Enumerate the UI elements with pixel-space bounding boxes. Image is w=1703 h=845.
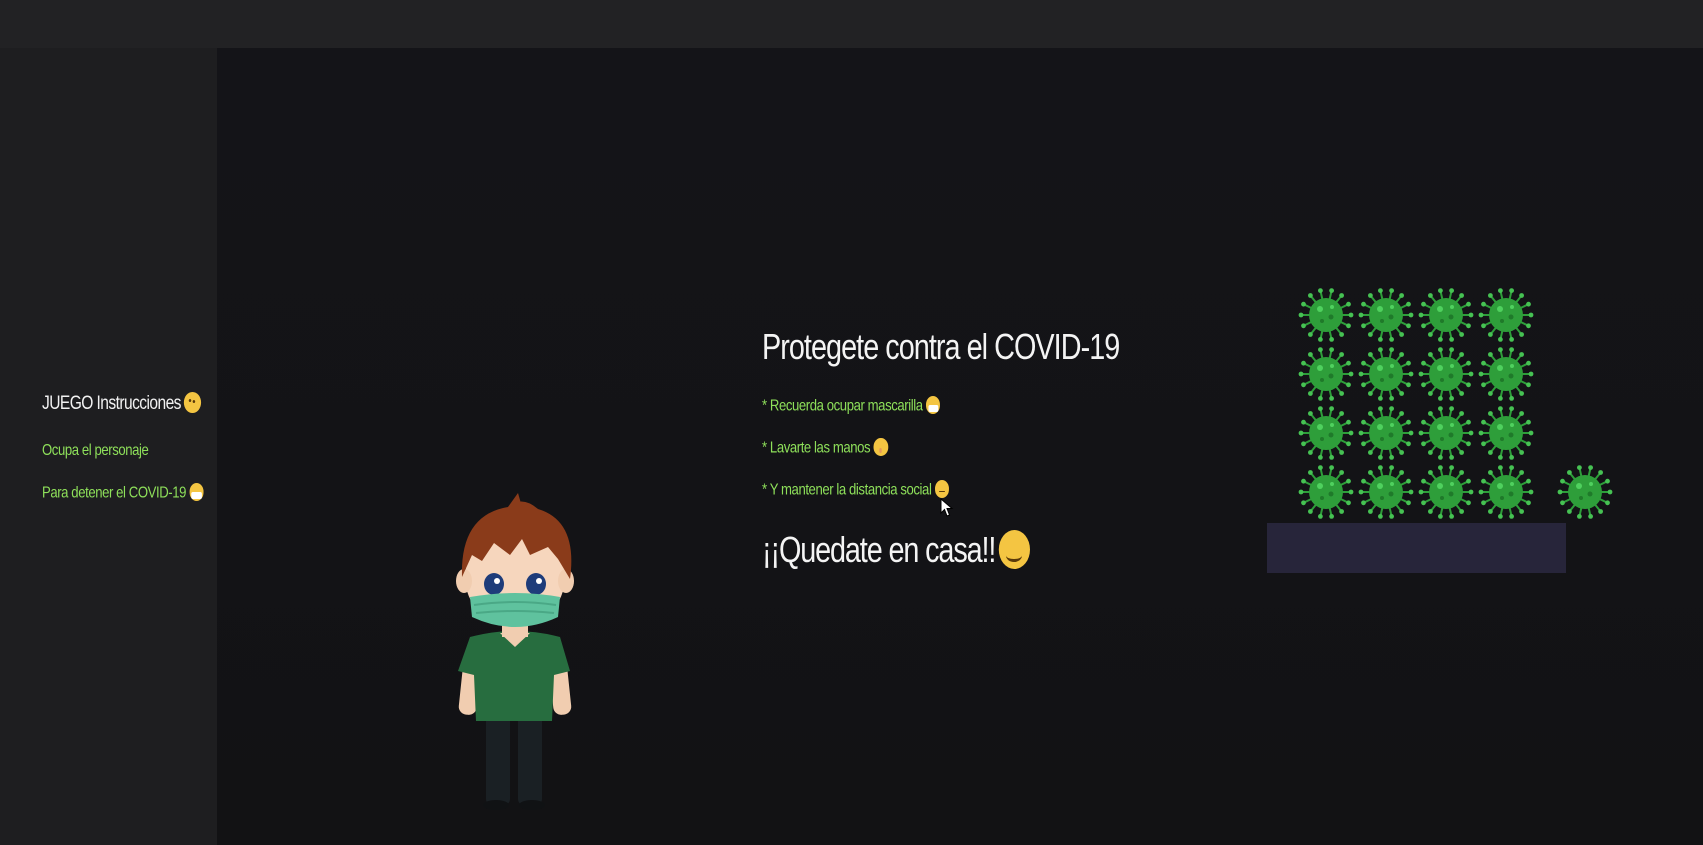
virus-icon: [1478, 464, 1534, 520]
instruction-line-2: Para detener el COVID-19: [42, 483, 204, 502]
mask-emoji-icon: [925, 396, 941, 414]
virus-icon: [1418, 405, 1474, 461]
virus-icon: [1418, 346, 1474, 402]
virus-icon: [1358, 287, 1414, 343]
virus-icon: [1298, 287, 1354, 343]
virus-icon: [1557, 464, 1613, 520]
virus-icon: [1478, 405, 1534, 461]
mask-emoji-icon: [189, 483, 204, 501]
neutral-emoji-icon: [934, 480, 950, 498]
mouse-cursor-icon: [940, 498, 954, 517]
stay-home-heading: ¡¡Quedate en casa!!: [762, 529, 1031, 571]
virus-icon: [1358, 346, 1414, 402]
tip-social-distance: * Y mantener la distancia social: [762, 480, 950, 499]
virus-icon: [1358, 464, 1414, 520]
platform-block: [1267, 523, 1566, 573]
virus-icon: [1418, 287, 1474, 343]
smirk-emoji-icon: [184, 392, 202, 413]
top-bar: [0, 0, 1703, 48]
virus-icon: [1418, 464, 1474, 520]
virus-icon: [1298, 405, 1354, 461]
instructions-title: JUEGO Instrucciones: [42, 392, 202, 415]
virus-icon: [1298, 346, 1354, 402]
virus-icon: [1358, 405, 1414, 461]
virus-icon: [1298, 464, 1354, 520]
player-character[interactable]: [430, 485, 605, 811]
shushing-emoji-icon: [873, 438, 888, 456]
virus-icon: [1478, 287, 1534, 343]
smile-emoji-icon: [998, 529, 1031, 570]
instruction-line-1: Ocupa el personaje: [42, 442, 149, 459]
tip-mask: * Recuerda ocupar mascarilla: [762, 396, 941, 415]
virus-icon: [1478, 346, 1534, 402]
tip-wash-hands: * Lavarte las manos: [762, 438, 888, 457]
page-title: Protegete contra el COVID-19: [762, 326, 1120, 367]
